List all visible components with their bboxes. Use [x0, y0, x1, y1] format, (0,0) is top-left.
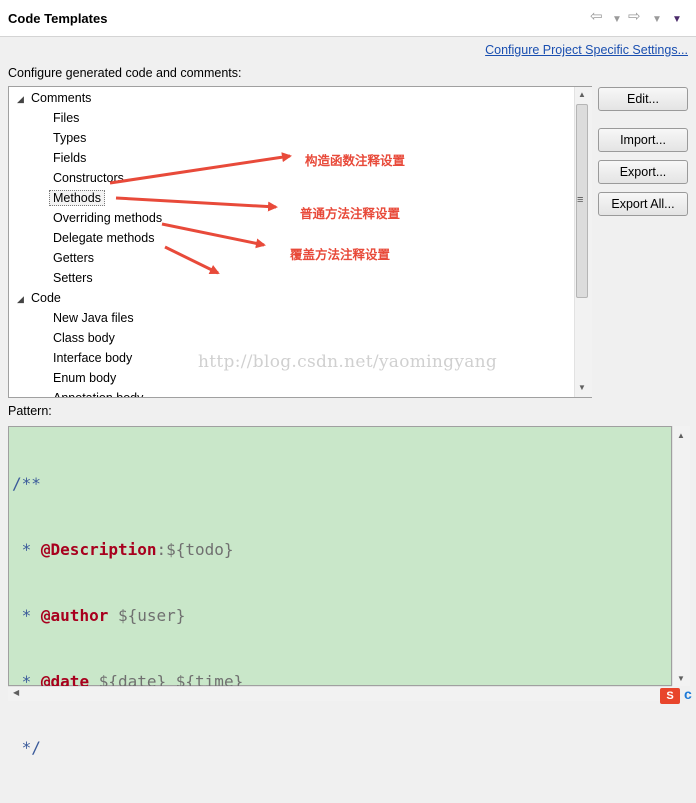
- annotation-override: 覆盖方法注释设置: [290, 248, 391, 262]
- arrow-overriding: [161, 222, 266, 249]
- pattern-line-close: */: [12, 738, 41, 757]
- arrow-methods: [115, 196, 278, 212]
- ime-mode-icon: c: [684, 686, 692, 702]
- annotation-arrows: [109, 152, 292, 275]
- annotation-constructor: 构造函数注释设置: [305, 154, 406, 168]
- arrow-constructor: [109, 152, 292, 185]
- annotation-method: 普通方法注释设置: [300, 207, 401, 221]
- ime-icon[interactable]: S: [660, 688, 680, 704]
- arrow-delegate: [164, 245, 220, 275]
